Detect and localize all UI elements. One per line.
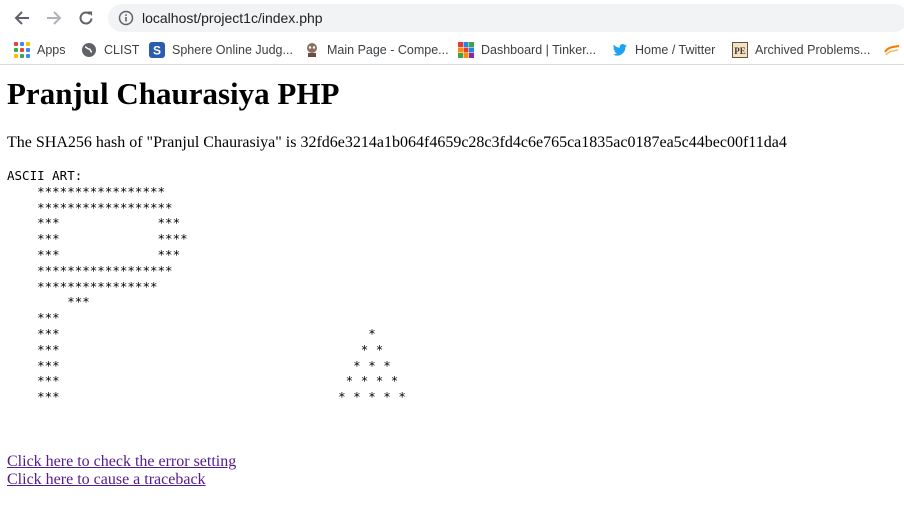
bookmark-clist[interactable]: CLIST <box>81 40 139 60</box>
address-bar[interactable]: localhost/project1c/index.php <box>108 4 904 32</box>
reload-button[interactable] <box>72 6 100 30</box>
bookmark-overflow[interactable] <box>884 40 904 60</box>
svg-text:S: S <box>153 44 161 58</box>
page-content: Pranjul Chaurasiya PHP The SHA256 hash o… <box>7 68 904 508</box>
wiki-icon <box>304 42 320 58</box>
bookmark-sphere-online-judge[interactable]: S Sphere Online Judg... <box>149 40 293 60</box>
bookmarks-bar: Apps CLIST S Sphere Online Judg... Main … <box>0 37 904 65</box>
sphere-judge-icon: S <box>149 42 165 58</box>
svg-text:PE: PE <box>734 46 746 56</box>
arrow-left-icon <box>14 11 29 25</box>
browser-chrome: localhost/project1c/index.php Apps CLIST <box>0 0 904 68</box>
bookmark-label: Dashboard | Tinker... <box>481 43 597 57</box>
bookmark-main-page[interactable]: Main Page - Compe... <box>304 40 449 60</box>
traceback-link[interactable]: Click here to cause a traceback <box>7 471 236 489</box>
more-bookmarks-icon <box>884 42 900 58</box>
bookmark-tinkercad-dashboard[interactable]: Dashboard | Tinker... <box>458 40 596 60</box>
twitter-bird-icon <box>612 42 628 58</box>
links-section: Click here to check the error setting Cl… <box>7 453 236 489</box>
clist-globe-icon <box>81 42 97 58</box>
bookmark-label: Sphere Online Judg... <box>172 43 293 57</box>
url-text[interactable]: localhost/project1c/index.php <box>142 10 323 26</box>
site-info-icon[interactable] <box>118 10 134 30</box>
tinkercad-icon <box>458 42 474 58</box>
bookmark-label: Archived Problems... <box>755 43 871 57</box>
bookmark-apps[interactable]: Apps <box>14 40 66 60</box>
project-euler-icon: PE <box>732 42 748 58</box>
ascii-art: ASCII ART: ***************** ***********… <box>7 168 406 405</box>
sha256-hash-text: The SHA256 hash of "Pranjul Chaurasiya" … <box>7 134 787 151</box>
bookmark-label: CLIST <box>104 43 140 57</box>
apps-grid-icon <box>14 42 30 58</box>
bookmark-twitter[interactable]: Home / Twitter <box>612 40 715 60</box>
bookmark-label: Home / Twitter <box>635 43 716 57</box>
bookmark-label: Apps <box>37 43 66 57</box>
browser-toolbar: localhost/project1c/index.php <box>0 0 904 36</box>
bookmark-archived-problems[interactable]: PE Archived Problems... <box>732 40 870 60</box>
page-title: Pranjul Chaurasiya PHP <box>7 76 340 111</box>
arrow-right-icon <box>47 11 62 25</box>
back-button[interactable] <box>8 6 36 30</box>
forward-button[interactable] <box>40 6 68 30</box>
error-setting-link[interactable]: Click here to check the error setting <box>7 453 236 471</box>
reload-icon <box>79 11 93 25</box>
bookmark-label: Main Page - Compe... <box>327 43 449 57</box>
